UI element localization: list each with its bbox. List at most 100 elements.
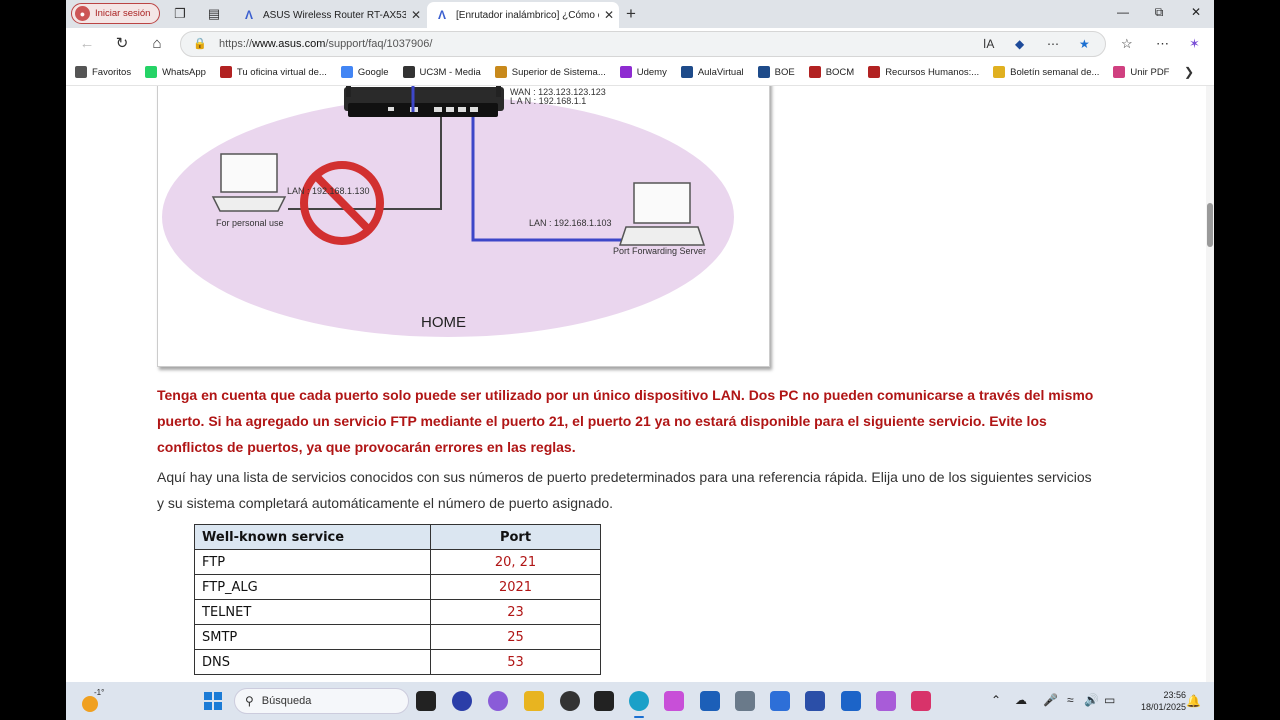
cloud-off-icon[interactable]: ☁ bbox=[1015, 693, 1027, 707]
notification-bell-icon[interactable]: 🔔 bbox=[1186, 694, 1201, 708]
chevron-right-icon[interactable]: ❯ bbox=[1184, 65, 1194, 79]
tab-title: ASUS Wireless Router RT-AX53U bbox=[263, 9, 406, 21]
url-text[interactable]: https://www.asus.com/support/faq/1037906… bbox=[219, 38, 432, 50]
profile-button[interactable]: ● Iniciar sesión bbox=[71, 3, 160, 24]
app-grid-icon[interactable] bbox=[770, 691, 790, 711]
chatgpt-app-icon[interactable] bbox=[560, 691, 580, 711]
service-cell: DNS bbox=[194, 649, 431, 675]
refresh-icon[interactable]: ↻ bbox=[112, 34, 132, 54]
bookmark-item[interactable]: WhatsApp bbox=[145, 66, 206, 78]
workspaces-icon[interactable]: ❐ bbox=[172, 6, 188, 22]
table-row: DNS 53 bbox=[194, 649, 601, 675]
taskbar-search[interactable]: ⚲ Búsqueda bbox=[234, 688, 409, 714]
battery-icon[interactable]: ▭ bbox=[1104, 693, 1115, 707]
bookmark-item[interactable]: Favoritos bbox=[75, 66, 131, 78]
bookmark-item[interactable]: Udemy bbox=[619, 66, 667, 78]
bookmark-item[interactable]: AulaVirtual bbox=[680, 66, 744, 78]
bookmark-label: Tu oficina virtual de... bbox=[236, 66, 327, 78]
taskbar: -1° ⚲ Búsqueda ⌃ ☁ 🎤 ≈ 🔊 ▭ 23:56 18/01/2… bbox=[66, 682, 1214, 720]
close-icon[interactable]: ✕ bbox=[599, 8, 619, 22]
asus-favicon-icon: Λ bbox=[437, 8, 446, 22]
start-button[interactable] bbox=[204, 692, 222, 710]
lan-server-label: LAN : 192.168.1.103 bbox=[529, 218, 612, 228]
bookmark-label: Udemy bbox=[636, 66, 667, 78]
google-icon bbox=[340, 66, 353, 78]
lock-icon[interactable]: 🔒 bbox=[193, 37, 207, 50]
clock[interactable]: 23:56 18/01/2025 bbox=[1124, 689, 1186, 713]
bookmark-label: Google bbox=[357, 66, 389, 78]
copilot-app-icon[interactable] bbox=[488, 691, 508, 711]
edge-app-icon[interactable] bbox=[629, 691, 649, 718]
favorites-icon[interactable]: ☆ bbox=[1121, 36, 1133, 52]
intro-paragraph: Aquí hay una lista de servicios conocido… bbox=[157, 469, 1092, 511]
favorite-star-icon[interactable]: ★ bbox=[1079, 37, 1090, 51]
bookmark-item[interactable]: Tu oficina virtual de... bbox=[219, 66, 327, 78]
outlook-app-icon[interactable] bbox=[841, 691, 861, 711]
address-bar[interactable]: 🔒 https://www.asus.com/support/faq/10379… bbox=[180, 31, 1106, 57]
volume-icon[interactable]: 🔊 bbox=[1084, 693, 1099, 707]
microphone-icon[interactable]: 🎤 bbox=[1043, 693, 1058, 707]
home-icon[interactable]: ⌂ bbox=[147, 34, 167, 54]
table-row: TELNET 23 bbox=[194, 599, 601, 625]
meet-app-icon[interactable] bbox=[805, 691, 825, 711]
zoom-app-icon[interactable] bbox=[452, 691, 472, 711]
profile-label: Iniciar sesión bbox=[95, 8, 151, 19]
boe-icon bbox=[757, 66, 770, 78]
tab-actions-icon[interactable]: ▤ bbox=[206, 6, 222, 22]
chevron-up-icon[interactable]: ⌃ bbox=[991, 693, 1001, 707]
restore-icon[interactable]: ⧉ bbox=[1149, 5, 1169, 20]
tab-enrutador[interactable]: Λ [Enrutador inalámbrico] ¿Cómo c ✕ bbox=[427, 2, 619, 28]
browser-window: ● Iniciar sesión ❐ ▤ Λ ASUS Wireless Rou… bbox=[66, 0, 1214, 682]
snipping-tool-icon[interactable] bbox=[664, 691, 684, 711]
table-row: FTP 20, 21 bbox=[194, 549, 601, 575]
minimize-icon[interactable]: — bbox=[1113, 5, 1133, 19]
media-app-icon[interactable] bbox=[911, 691, 931, 711]
pdf-icon bbox=[1113, 66, 1126, 78]
translate-icon[interactable]: اA bbox=[983, 37, 994, 51]
bookmark-item[interactable]: Recursos Humanos:... bbox=[868, 66, 979, 78]
address-row: ← ↻ ⌂ 🔒 https://www.asus.com/support/faq… bbox=[66, 28, 1214, 59]
new-tab-icon[interactable]: + bbox=[626, 4, 636, 24]
folder-icon bbox=[75, 66, 87, 78]
bookmark-item[interactable]: Unir PDF bbox=[1113, 66, 1169, 78]
bookmark-item[interactable]: Superior de Sistema... bbox=[494, 66, 606, 78]
table-row: SMTP 25 bbox=[194, 624, 601, 650]
service-cell: TELNET bbox=[194, 599, 431, 625]
terminal-app-icon[interactable] bbox=[594, 691, 614, 711]
file-explorer-icon[interactable] bbox=[524, 691, 544, 711]
bookmark-label: Boletín semanal de... bbox=[1010, 66, 1100, 78]
bookmark-item[interactable]: Boletín semanal de... bbox=[993, 66, 1099, 78]
clipchamp-app-icon[interactable] bbox=[876, 691, 896, 711]
wifi-icon[interactable]: ≈ bbox=[1067, 693, 1074, 707]
weather-widget[interactable]: -1° bbox=[80, 688, 106, 714]
scrollbar-thumb[interactable] bbox=[1207, 203, 1213, 247]
tab-asus-router[interactable]: Λ ASUS Wireless Router RT-AX53U ✕ bbox=[234, 2, 426, 28]
server-caption: Port Forwarding Server bbox=[613, 246, 707, 256]
service-cell: FTP bbox=[194, 549, 431, 575]
bookmark-item[interactable]: BOE bbox=[757, 66, 795, 78]
bookmark-label: Unir PDF bbox=[1130, 66, 1170, 78]
search-placeholder: Búsqueda bbox=[261, 695, 312, 707]
table-row: FTP_ALG 2021 bbox=[194, 574, 601, 600]
settings-menu-icon[interactable]: ⋯ bbox=[1156, 36, 1169, 52]
bookmark-item[interactable]: UC3M - Media bbox=[402, 66, 481, 78]
store-app-icon[interactable] bbox=[700, 691, 720, 711]
task-view-icon[interactable] bbox=[416, 691, 436, 711]
bookmark-label: Recursos Humanos:... bbox=[885, 66, 980, 78]
clock-time: 23:56 bbox=[1163, 690, 1186, 700]
port-cell: 2021 bbox=[430, 574, 601, 600]
bookmark-item[interactable]: BOCM bbox=[808, 66, 854, 78]
close-window-icon[interactable]: ✕ bbox=[1186, 5, 1206, 19]
calculator-app-icon[interactable] bbox=[735, 691, 755, 711]
network-diagram: WAN : 123.123.123.123 L A N : 192.168.1.… bbox=[157, 86, 770, 367]
temperature: -1° bbox=[94, 688, 105, 697]
bookmarks-bar: Favoritos WhatsApp Tu oficina virtual de..… bbox=[66, 59, 1214, 86]
coupon-icon[interactable]: ◆ bbox=[1015, 37, 1024, 51]
copilot-icon[interactable]: ✶ bbox=[1189, 36, 1200, 52]
more-options-icon[interactable]: ⋯ bbox=[1047, 37, 1059, 51]
close-icon[interactable]: ✕ bbox=[406, 8, 426, 22]
page-scrollbar[interactable] bbox=[1206, 86, 1214, 682]
bookmark-label: UC3M - Media bbox=[419, 66, 481, 78]
bookmark-item[interactable]: Google bbox=[340, 66, 389, 78]
back-icon[interactable]: ← bbox=[77, 34, 97, 54]
